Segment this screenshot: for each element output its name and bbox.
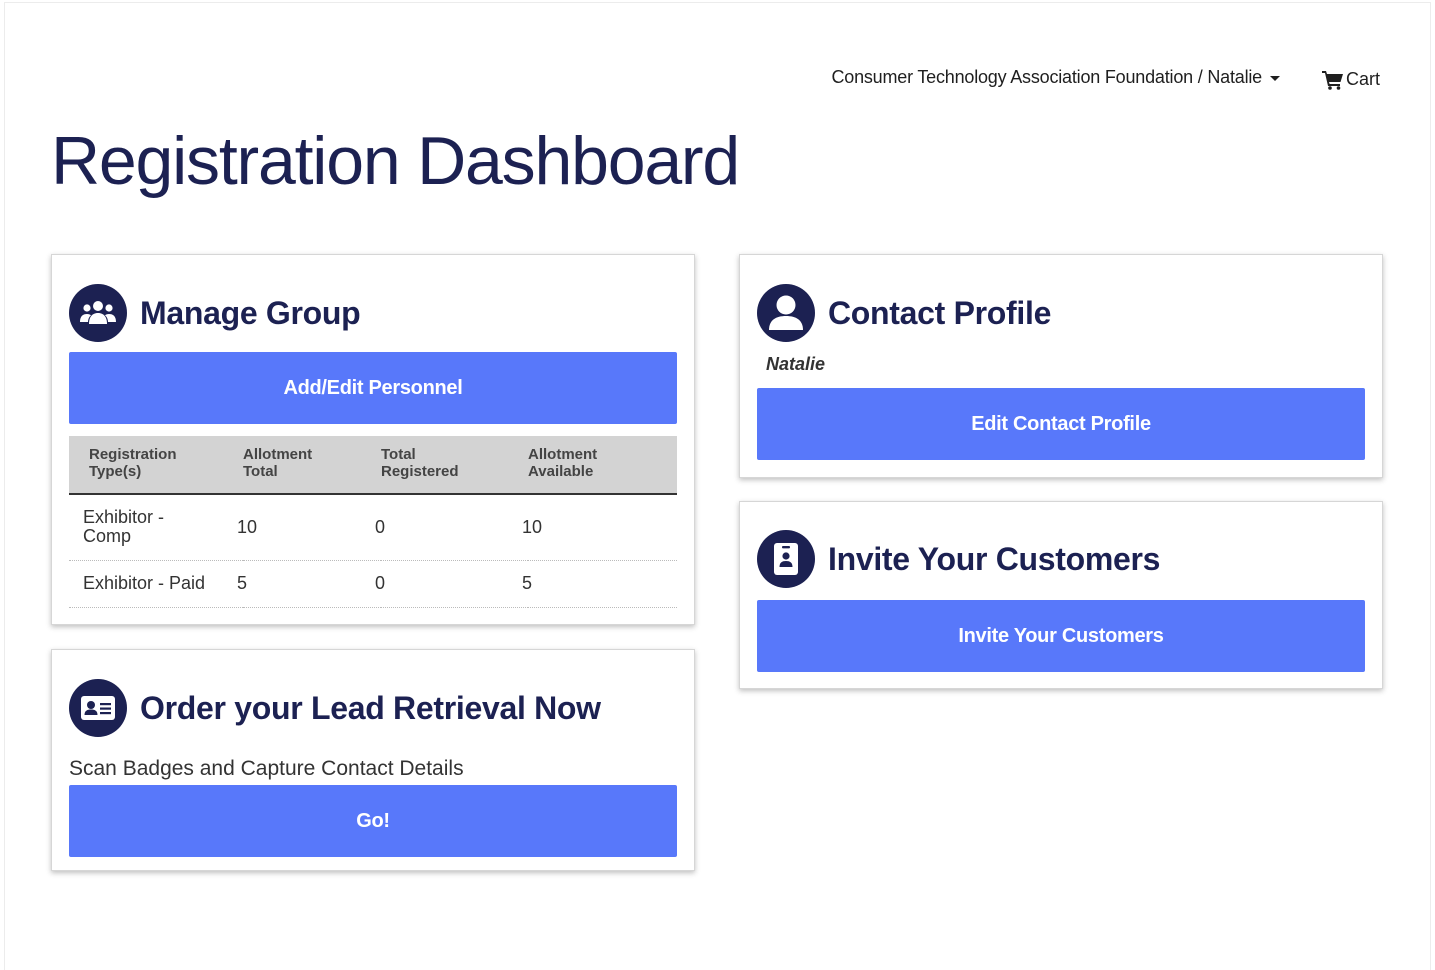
lead-retrieval-card: Order your Lead Retrieval Now Scan Badge… [51, 649, 695, 871]
column-header-total-registered: Total Registered [381, 436, 528, 495]
go-button[interactable]: Go! [69, 785, 677, 857]
registration-table: Registration Type(s) Allotment Total Total… [69, 436, 677, 608]
cell-allotment-available: 10 [522, 494, 671, 561]
column-header-allotment-total: Allotment Total [243, 436, 381, 495]
cell-registration-type: Exhibitor - Paid [69, 560, 243, 608]
contact-profile-card: Contact Profile Natalie Edit Contact Pro… [739, 254, 1383, 478]
table-row: Exhibitor - Paid 5 0 5 [69, 560, 677, 608]
cell-total-registered: 0 [375, 494, 522, 561]
table-header-row: Registration Type(s) Allotment Total Total… [69, 436, 677, 495]
cell-allotment-total: 10 [237, 494, 375, 561]
edit-contact-profile-button[interactable]: Edit Contact Profile [757, 388, 1365, 460]
contact-name: Natalie [766, 354, 826, 374]
manage-group-header: Manage Group [69, 284, 677, 342]
page-title: Registration Dashboard [51, 123, 740, 199]
caret-down-icon [1269, 75, 1280, 81]
table-row: Exhibitor - Comp 10 0 10 [69, 494, 677, 561]
manage-group-card: Manage Group Add/Edit Personnel Registra… [51, 254, 695, 625]
contact-profile-header: Contact Profile [757, 284, 1365, 342]
user-circle-icon [757, 284, 815, 342]
cart-label: Cart [1345, 69, 1380, 89]
column-header-allotment-available: Allotment Available [528, 436, 677, 495]
invite-customers-header: Invite Your Customers [757, 530, 1365, 588]
cell-allotment-available: 5 [522, 560, 671, 608]
add-edit-personnel-button[interactable]: Add/Edit Personnel [69, 352, 677, 424]
account-menu[interactable]: Consumer Technology Association Foundati… [831, 67, 1280, 88]
cell-total-registered: 0 [375, 560, 522, 608]
contact-profile-title: Contact Profile [828, 294, 1052, 331]
shopping-cart-icon [1321, 71, 1343, 90]
lead-retrieval-header: Order your Lead Retrieval Now [69, 679, 677, 737]
invite-customers-button[interactable]: Invite Your Customers [757, 600, 1365, 672]
cell-registration-type: Exhibitor - Comp [69, 494, 243, 561]
account-label: Consumer Technology Association Foundati… [831, 66, 1262, 87]
lead-retrieval-title: Order your Lead Retrieval Now [140, 689, 601, 726]
cell-allotment-total: 5 [237, 560, 375, 608]
cart-link[interactable]: Cart [1321, 64, 1380, 90]
id-badge-icon [757, 530, 815, 588]
invite-customers-title: Invite Your Customers [828, 540, 1161, 577]
users-icon [69, 284, 127, 342]
column-header-registration-type: Registration Type(s) [69, 436, 243, 495]
invite-customers-card: Invite Your Customers Invite Your Custom… [739, 501, 1383, 689]
manage-group-title: Manage Group [140, 294, 361, 331]
top-bar: Consumer Technology Association Foundati… [831, 64, 1380, 90]
lead-retrieval-subtitle: Scan Badges and Capture Contact Details [69, 757, 464, 780]
id-card-icon [69, 679, 127, 737]
